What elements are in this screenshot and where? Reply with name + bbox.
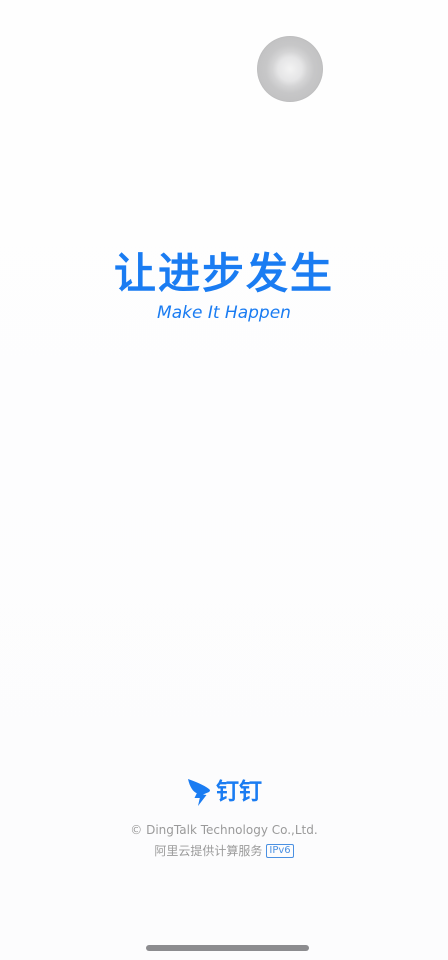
provider-line: 阿里云提供计算服务 IPv6 (0, 843, 448, 859)
ipv6-badge: IPv6 (266, 844, 294, 858)
home-indicator[interactable] (146, 945, 309, 951)
tagline: Make It Happen (157, 303, 291, 323)
dingtalk-wing-icon (188, 779, 210, 806)
slogan: 让进步发生 (113, 249, 334, 298)
provider-text: 阿里云提供计算服务 (154, 844, 263, 858)
assistive-touch-button[interactable] (257, 36, 323, 102)
brand-logo: 钉钉 (0, 774, 448, 810)
splash-screen: 让进步发生 Make It Happen 钉钉 © DingTalk Techn… (0, 0, 448, 960)
assistive-touch-icon (272, 51, 308, 87)
brand-name: 钉钉 (216, 779, 262, 805)
copyright-text: © DingTalk Technology Co.,Ltd. (130, 823, 318, 837)
